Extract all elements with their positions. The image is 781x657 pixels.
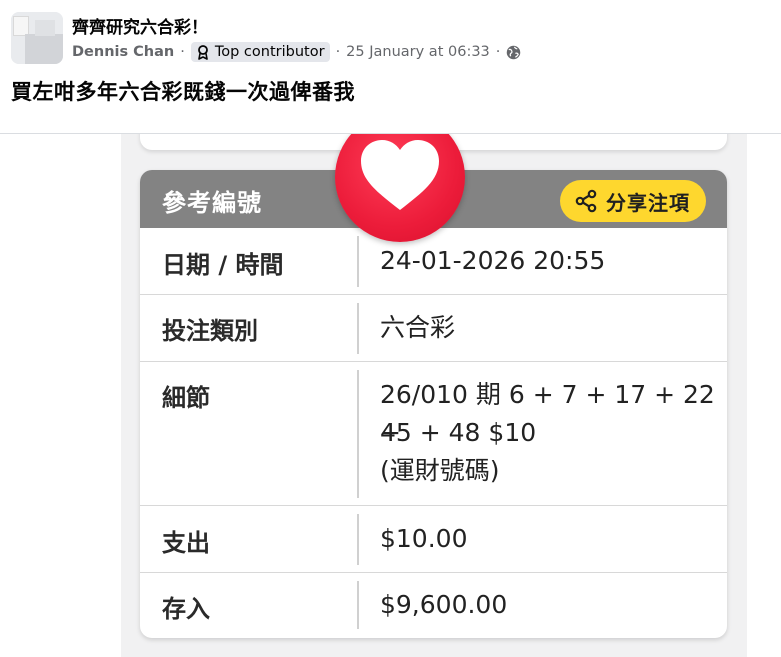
separator-dot: · xyxy=(335,44,341,60)
row-label: 存入 xyxy=(162,595,210,623)
row-details: 細節 26/010 期 6 + 7 + 17 + 22 + 45 + 48 $1… xyxy=(140,362,727,506)
row-value: $10.00 xyxy=(380,524,468,553)
row-label: 支出 xyxy=(162,529,210,557)
post-image[interactable]: 參考編號 分享注項 日期 / 時間 24-01-2026 20:55 投注類別 … xyxy=(0,134,781,657)
column-divider xyxy=(357,303,359,354)
post-header: 齊齊研究六合彩！ Dennis Chan · Top contributor ·… xyxy=(0,0,781,134)
author-name[interactable]: Dennis Chan xyxy=(72,44,174,60)
post-meta: Dennis Chan · Top contributor · 25 Janua… xyxy=(72,40,521,64)
row-label: 日期 / 時間 xyxy=(162,251,284,279)
row-label: 投注類別 xyxy=(162,317,258,345)
row-value: $9,600.00 xyxy=(380,590,508,619)
reference-number-label: 參考編號 xyxy=(162,189,262,217)
globe-icon[interactable] xyxy=(506,45,521,60)
share-icon xyxy=(575,189,597,213)
row-value: 六合彩 xyxy=(380,313,456,342)
row-label: 細節 xyxy=(162,384,210,412)
bet-record-card: 參考編號 分享注項 日期 / 時間 24-01-2026 20:55 投注類別 … xyxy=(140,170,727,638)
row-bet-type: 投注類別 六合彩 xyxy=(140,295,727,362)
share-button-label: 分享注項 xyxy=(606,190,690,215)
badge-label: Top contributor xyxy=(214,44,325,60)
badge-icon xyxy=(196,44,210,60)
row-value: (運財號碼) xyxy=(380,456,500,485)
post-timestamp[interactable]: 25 January at 06:33 xyxy=(346,44,490,60)
row-date-time: 日期 / 時間 24-01-2026 20:55 xyxy=(140,228,727,295)
column-divider xyxy=(357,370,359,498)
separator-dot: · xyxy=(180,44,185,60)
row-payout: 支出 $10.00 xyxy=(140,506,727,573)
column-divider xyxy=(357,514,359,565)
column-divider xyxy=(357,581,359,629)
row-deposit: 存入 $9,600.00 xyxy=(140,573,727,638)
column-divider xyxy=(357,236,359,287)
separator-dot: · xyxy=(495,44,501,60)
post-text: 買左咁多年六合彩既錢一次過俾番我 xyxy=(11,80,355,104)
share-bet-button[interactable]: 分享注項 xyxy=(560,180,706,222)
row-value: 24-01-2026 20:55 xyxy=(380,246,606,275)
row-value: 45 + 48 $10 xyxy=(380,418,537,447)
group-avatar[interactable] xyxy=(11,12,63,64)
group-name[interactable]: 齊齊研究六合彩！ xyxy=(72,13,208,38)
top-contributor-badge[interactable]: Top contributor xyxy=(190,42,330,62)
